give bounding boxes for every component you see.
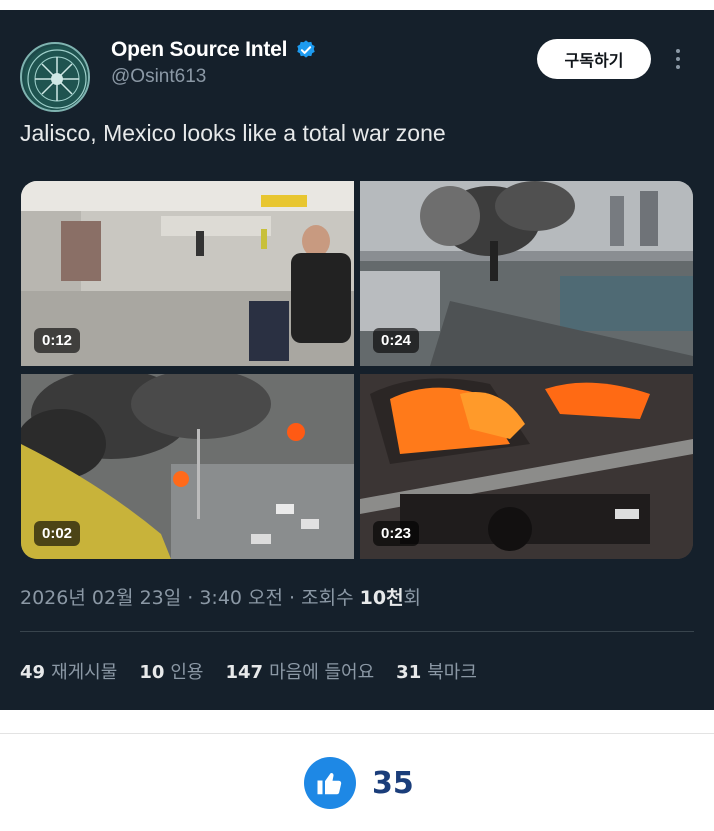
more-options-icon[interactable] xyxy=(668,46,688,72)
stat-count: 10 xyxy=(139,662,165,683)
like-count: 35 xyxy=(372,765,414,801)
tweet-text: Jalisco, Mexico looks like a total war z… xyxy=(20,120,446,146)
stat-label: 북마크 xyxy=(427,662,477,683)
avatar[interactable] xyxy=(20,42,90,112)
verified-badge-icon xyxy=(297,40,316,58)
video-duration: 0:23 xyxy=(373,521,420,546)
video-duration: 0:24 xyxy=(373,328,420,353)
video-thumbnail-harbor[interactable]: 0:24 xyxy=(360,181,693,366)
stat-likes[interactable]: 147 마음에 들어요 xyxy=(226,658,375,684)
stat-count: 31 xyxy=(396,662,422,683)
like-button[interactable] xyxy=(304,757,356,809)
like-section: 35 xyxy=(304,757,414,809)
thumbs-up-icon xyxy=(317,773,342,795)
author-name[interactable]: Open Source Intel xyxy=(111,38,288,62)
tweet-meta: 2026년 02월 23일 · 3:40 오전 · 조회수 10천회 xyxy=(20,583,421,610)
video-thumbnail-burning-car[interactable]: 0:23 xyxy=(360,374,693,559)
stat-count: 147 xyxy=(225,662,264,683)
stat-label: 마음에 들어요 xyxy=(269,662,375,683)
author-handle[interactable]: @Osint613 xyxy=(111,66,206,88)
stat-label: 인용 xyxy=(170,662,204,683)
video-duration: 0:02 xyxy=(34,521,81,546)
subscribe-button[interactable]: 구독하기 xyxy=(537,39,651,79)
video-thumbnail-airport[interactable]: 0:12 xyxy=(21,181,354,366)
view-suffix: 회 xyxy=(403,587,422,609)
media-grid: 0:12 0:24 0:02 0:23 xyxy=(21,181,693,559)
stat-reposts[interactable]: 49 재게시물 xyxy=(20,658,117,684)
post-datetime[interactable]: 2026년 02월 23일 · 3:40 오전 · 조회수 xyxy=(20,587,360,609)
view-count: 10천 xyxy=(359,587,404,609)
engagement-stats: 49 재게시물 10 인용 147 마음에 들어요 31 북마크 xyxy=(20,658,477,684)
stat-label: 재게시물 xyxy=(51,662,118,683)
video-duration: 0:12 xyxy=(34,328,81,353)
video-thumbnail-parking-fire[interactable]: 0:02 xyxy=(21,374,354,559)
stat-count: 49 xyxy=(20,662,46,683)
stat-quotes[interactable]: 10 인용 xyxy=(139,658,203,684)
divider xyxy=(20,631,694,632)
section-divider xyxy=(0,733,714,734)
tweet-card: Open Source Intel @Osint613 구독하기 Jalisco… xyxy=(0,10,714,710)
stat-bookmarks[interactable]: 31 북마크 xyxy=(396,658,477,684)
